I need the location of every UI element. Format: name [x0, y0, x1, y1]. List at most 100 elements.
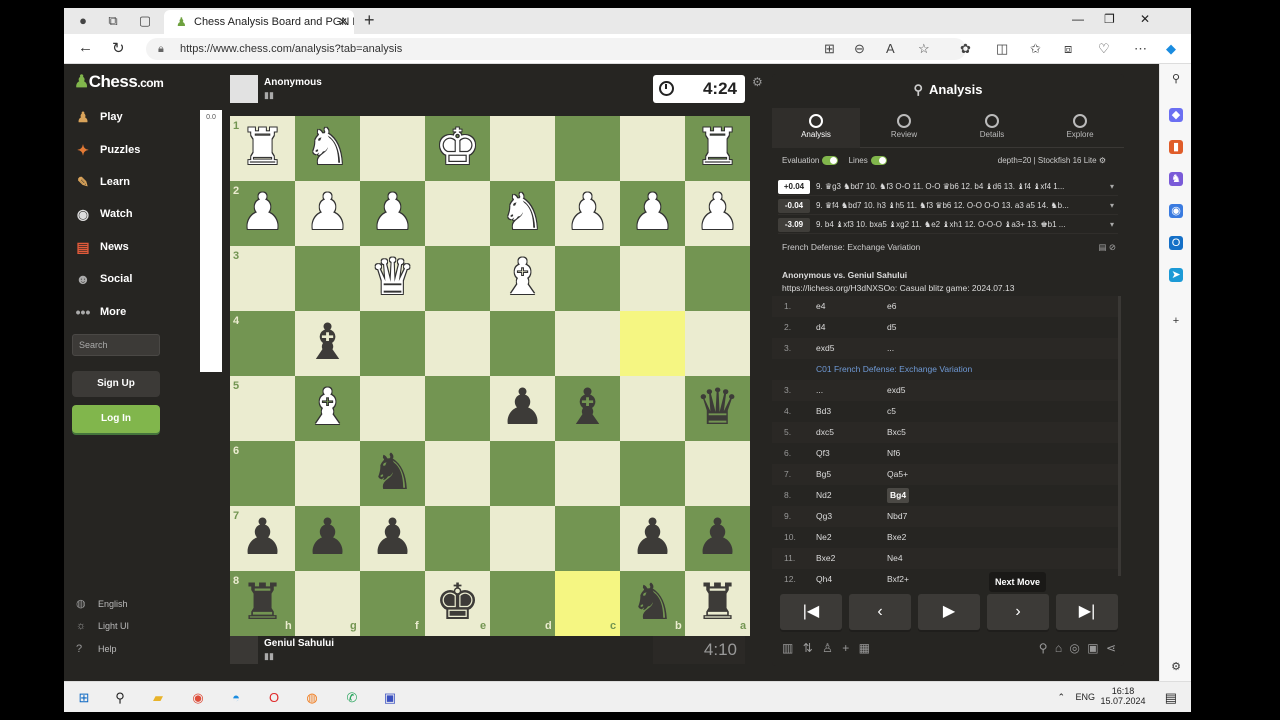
black-move[interactable]: Bxf2+ [887, 569, 909, 590]
favorite-icon[interactable]: ☆ [918, 41, 930, 57]
refresh-icon[interactable]: ↻ [112, 39, 125, 57]
square-h4[interactable] [230, 311, 295, 376]
black-piece-c5[interactable]: ♝ [555, 376, 620, 441]
white-piece-h2[interactable]: ♟ [230, 181, 295, 246]
white-move[interactable]: Nd2 [816, 485, 832, 506]
white-move[interactable]: e4 [816, 296, 825, 317]
gear-icon[interactable]: ⚙ [1099, 156, 1106, 165]
avatar[interactable] [230, 636, 258, 664]
white-move[interactable]: Qf3 [816, 443, 830, 464]
search-icon[interactable]: ⚲ [1039, 641, 1048, 655]
black-move[interactable]: Qa5+ [887, 464, 908, 485]
square-b1[interactable] [620, 116, 685, 181]
tab-review[interactable]: Review [860, 108, 948, 148]
square-c4[interactable] [555, 311, 620, 376]
white-move[interactable]: dxc5 [816, 422, 834, 443]
white-piece-g5[interactable]: ♝ [295, 376, 360, 441]
engine-line[interactable]: -0.04 9. ♛f4 ♞bd7 10. h3 ♝h5 11. ♞f3 ♛b6 … [778, 197, 1118, 215]
square-g3[interactable] [295, 246, 360, 311]
black-move[interactable]: Nf6 [887, 443, 900, 464]
url-field[interactable]: 🔒︎ https://www.chess.com/analysis?tab=an… [146, 38, 966, 60]
square-c3[interactable] [555, 246, 620, 311]
black-move[interactable]: Bxe2 [887, 527, 906, 548]
square-a3[interactable] [685, 246, 750, 311]
firefox-icon[interactable]: ◍ [302, 688, 322, 708]
nav-learn[interactable]: ✎ Learn [72, 171, 164, 193]
square-e3[interactable] [425, 246, 490, 311]
square-e5[interactable] [425, 376, 490, 441]
browser-tab[interactable]: ♟ Chess Analysis Board and PGN Edi ✕ [164, 10, 354, 34]
chess-board[interactable]: 1 2 3 4 5 6 7 8 h g f e d c b a ♜ ♞ ♚ ♜ ♟ ♟ ♟ ♞ ♟ ♟ ♟ ♛ ♝ ♝ ♝ ♟ ♝ ♛ ♞ ♟ ♟ ♟ ♟ ♟… [230, 116, 750, 636]
tab-actions-icon[interactable]: ▢ [136, 12, 154, 30]
square-f1[interactable] [360, 116, 425, 181]
whatsapp-icon[interactable]: ✆ [342, 688, 362, 708]
white-piece-g1[interactable]: ♞ [295, 116, 360, 181]
nav-watch[interactable]: ◉ Watch [72, 203, 164, 225]
square-c6[interactable] [555, 441, 620, 506]
engine-line[interactable]: -3.09 9. b4 ♝xf3 10. bxa5 ♝xg2 11. ♞e2 ♝x… [778, 216, 1118, 234]
black-piece-a7[interactable]: ♟ [685, 506, 750, 571]
black-move[interactable]: Nbd7 [887, 506, 907, 527]
flip-board-icon[interactable]: ⇅ [803, 641, 813, 655]
lines-toggle[interactable] [870, 156, 887, 166]
nav-more[interactable]: ••• More [72, 301, 164, 323]
black-piece-h8[interactable]: ♜ [230, 571, 295, 636]
black-piece-f7[interactable]: ♟ [360, 506, 425, 571]
zoom-icon[interactable]: ⊖ [854, 41, 865, 57]
previous-move-button[interactable]: ‹ [849, 594, 911, 630]
square-e6[interactable] [425, 441, 490, 506]
black-piece-f6[interactable]: ♞ [360, 441, 425, 506]
square-e2[interactable] [425, 181, 490, 246]
white-move[interactable]: Qh4 [816, 569, 832, 590]
outlook-icon[interactable]: O [1169, 236, 1183, 250]
chrome-icon[interactable]: ◉ [188, 688, 208, 708]
back-icon[interactable]: ← [78, 39, 93, 56]
add-icon[interactable]: + [1169, 314, 1183, 328]
square-d1[interactable] [490, 116, 555, 181]
move-list-scrollbar[interactable] [1118, 296, 1121, 576]
tab-details[interactable]: Details [948, 108, 1036, 148]
send-icon[interactable]: ➤ [1169, 268, 1183, 282]
gear-icon[interactable]: ⚙ [752, 75, 763, 89]
white-move[interactable]: d4 [816, 317, 825, 338]
square-a4[interactable] [685, 311, 750, 376]
black-move[interactable]: d5 [887, 317, 896, 338]
copilot-icon[interactable]: ◆ [1166, 41, 1176, 57]
white-piece-d3[interactable]: ♝ [490, 246, 555, 311]
white-piece-a1[interactable]: ♜ [685, 116, 750, 181]
chevron-up-icon[interactable]: ⌃ [1057, 692, 1065, 703]
square-d6[interactable] [490, 441, 555, 506]
avatar[interactable] [230, 75, 258, 103]
black-piece-g4[interactable]: ♝ [295, 311, 360, 376]
black-move[interactable]: c5 [887, 401, 896, 422]
chess-logo[interactable]: ♟Chess.com [74, 72, 164, 92]
black-move[interactable]: Bxc5 [887, 422, 906, 443]
app-icon[interactable]: ⊞ [824, 41, 835, 57]
white-move[interactable]: Bd3 [816, 401, 831, 422]
extensions-icon[interactable]: ✿ [960, 41, 971, 57]
black-piece-a8[interactable]: ♜ [685, 571, 750, 636]
white-piece-a2[interactable]: ♟ [685, 181, 750, 246]
black-piece-b7[interactable]: ♟ [620, 506, 685, 571]
chevron-down-icon[interactable]: ▾ [1110, 178, 1114, 195]
target-icon[interactable]: ◎ [1069, 641, 1079, 655]
edge-icon[interactable]: ◓ [226, 688, 246, 708]
white-move[interactable]: ... [816, 380, 823, 401]
minimize-icon[interactable]: — [1072, 12, 1084, 26]
square-d4[interactable] [490, 311, 555, 376]
evaluation-toggle[interactable] [822, 156, 839, 166]
square-e4[interactable] [425, 311, 490, 376]
language-indicator[interactable]: ENG [1075, 692, 1095, 702]
white-piece-h1[interactable]: ♜ [230, 116, 295, 181]
white-move[interactable]: Bxe2 [816, 548, 835, 569]
white-piece-f3[interactable]: ♛ [360, 246, 425, 311]
square-d7[interactable] [490, 506, 555, 571]
chevron-down-icon[interactable]: ▾ [1110, 197, 1114, 214]
sign-up-button[interactable]: Sign Up [72, 371, 160, 397]
square-h5[interactable] [230, 376, 295, 441]
white-move[interactable]: Qg3 [816, 506, 832, 527]
library-icon[interactable]: ⌂ [1055, 641, 1062, 655]
more-icon[interactable]: ⋯ [1134, 41, 1147, 57]
square-b5[interactable] [620, 376, 685, 441]
square-f5[interactable] [360, 376, 425, 441]
